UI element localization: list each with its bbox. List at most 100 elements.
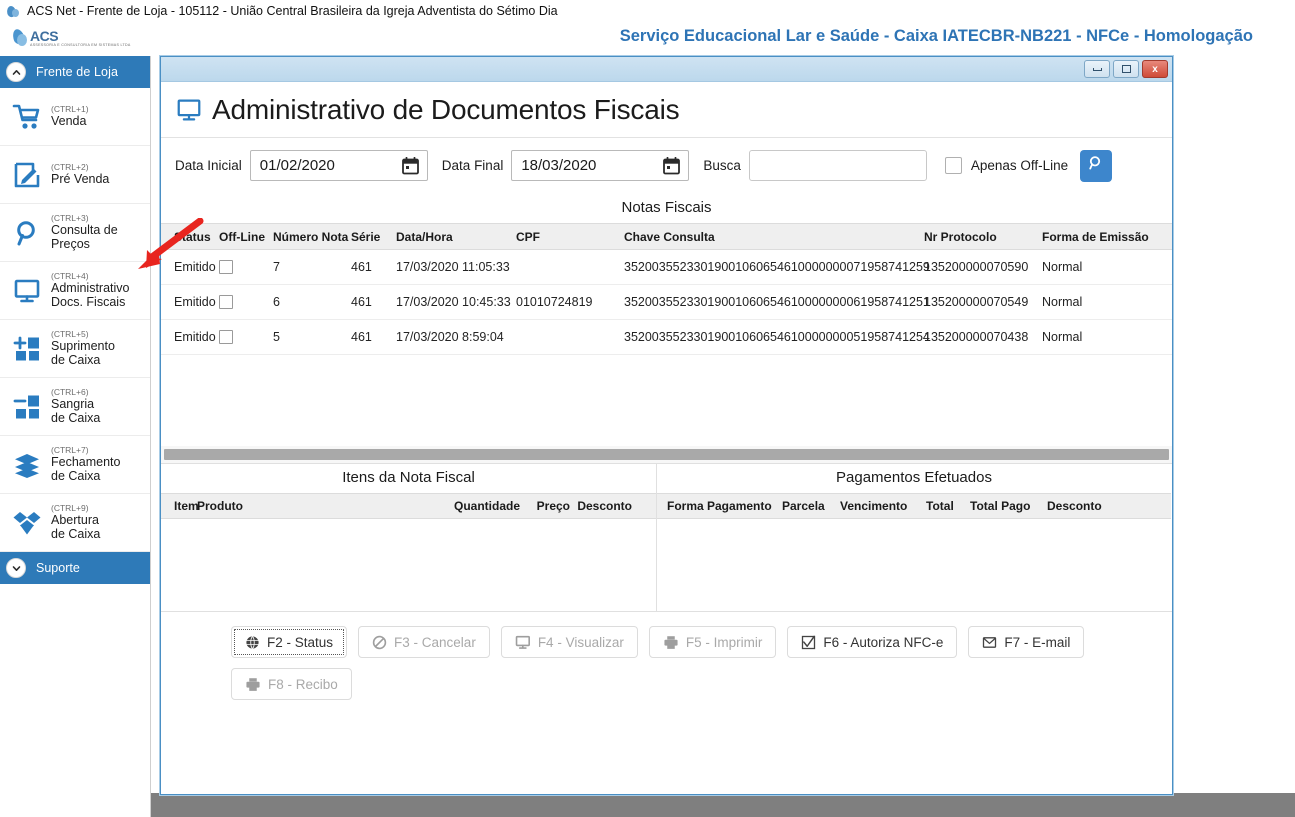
cell-status: Emitido <box>174 260 216 274</box>
sidebar-item-label: Sangria de Caixa <box>51 397 101 425</box>
cell-serie: 461 <box>351 260 372 274</box>
notas-fiscais-caption: Notas Fiscais <box>161 193 1172 223</box>
desktop-bottom-strip <box>151 793 1295 817</box>
horizontal-scrollbar[interactable] <box>161 445 1172 463</box>
f5-imprimir-button[interactable]: F5 - Imprimir <box>648 626 777 658</box>
f8-recibo-button[interactable]: F8 - Recibo <box>231 668 352 700</box>
cell-serie: 461 <box>351 330 372 344</box>
column-header-nr-protocolo[interactable]: Nr Protocolo <box>924 230 1042 244</box>
table-row[interactable]: Emitido 5 461 17/03/2020 8:59:04 3520035… <box>161 320 1172 355</box>
minimize-button[interactable] <box>1084 60 1110 78</box>
cell-protocolo: 135200000070549 <box>924 295 1029 309</box>
sidebar-item-label: Abertura de Caixa <box>51 513 101 541</box>
sidebar-item-shortcut: (CTRL+5) <box>51 328 89 339</box>
magnifier-icon <box>1088 155 1104 176</box>
f4-visualizar-button[interactable]: F4 - Visualizar <box>500 626 638 658</box>
acs-logo: ACS ASSESSORIA E CONSULTORIA EM SISTEMAS… <box>12 27 130 51</box>
sidebar-group-frente-de-loja[interactable]: Frente de Loja <box>0 56 150 88</box>
column-header-desconto[interactable]: Desconto <box>1047 499 1117 513</box>
checkbox-icon <box>801 635 816 650</box>
column-header-data-hora[interactable]: Data/Hora <box>396 230 516 244</box>
column-header-item[interactable]: Item <box>161 499 199 513</box>
offline-checkbox[interactable] <box>219 260 233 274</box>
maximize-button[interactable] <box>1113 60 1139 78</box>
cell-chave: 3520035523301900106065461000000007195874… <box>624 260 930 274</box>
column-header-vencimento[interactable]: Vencimento <box>840 499 926 513</box>
column-header-total[interactable]: Total <box>926 499 970 513</box>
column-header-total-pago[interactable]: Total Pago <box>970 499 1047 513</box>
scrollbar-thumb[interactable] <box>164 449 1169 460</box>
os-titlebar: ACS Net - Frente de Loja - 105112 - Uniã… <box>0 0 1295 22</box>
cell-data-hora: 17/03/2020 11:05:33 <box>396 260 510 274</box>
column-header-cpf[interactable]: CPF <box>516 230 624 244</box>
column-header-status[interactable]: Status <box>161 230 219 244</box>
data-final-field[interactable]: 18/03/2020 <box>511 150 690 181</box>
column-header-desconto[interactable]: Desconto <box>570 499 638 513</box>
cell-forma: Normal <box>1042 260 1083 274</box>
chevron-down-icon <box>6 558 26 578</box>
column-header-produto[interactable]: Produto <box>197 499 442 513</box>
offline-checkbox[interactable] <box>219 295 233 309</box>
column-header-forma-pagamento[interactable]: Forma Pagamento <box>657 499 782 513</box>
sidebar-item-pre-venda[interactable]: (CTRL+2) Pré Venda <box>0 146 150 204</box>
sidebar-item-fechamento-de-caixa[interactable]: (CTRL+7) Fechamento de Caixa <box>0 436 150 494</box>
cell-offline[interactable] <box>219 295 273 309</box>
child-window-body: Administrativo de Documentos Fiscais Dat… <box>161 82 1172 794</box>
data-inicial-field[interactable]: 01/02/2020 <box>249 150 428 181</box>
sidebar-item-administrativo-docs-fiscais[interactable]: (CTRL+4) Administrativo Docs. Fiscais <box>0 262 150 320</box>
table-row[interactable]: Emitido 6 461 17/03/2020 10:45:33 010107… <box>161 285 1172 320</box>
acs-wordmark-subtext: ASSESSORIA E CONSULTORIA EM SISTEMAS LTD… <box>30 43 131 47</box>
f2-status-button[interactable]: F2 - Status <box>231 626 348 658</box>
column-header-preco[interactable]: Preço <box>520 499 570 513</box>
column-header-quantidade[interactable]: Quantidade <box>442 499 520 513</box>
f3-cancelar-button[interactable]: F3 - Cancelar <box>358 626 490 658</box>
sidebar-item-suprimento-de-caixa[interactable]: (CTRL+5) Suprimento de Caixa <box>0 320 150 378</box>
sidebar-item-venda[interactable]: (CTRL+1) Venda <box>0 88 150 146</box>
column-header-serie[interactable]: Série <box>351 230 396 244</box>
f6-autoriza-nfce-button[interactable]: F6 - Autoriza NFC-e <box>787 626 958 658</box>
data-final-value: 18/03/2020 <box>521 157 597 174</box>
sidebar-group-label: Frente de Loja <box>36 65 119 79</box>
window-controls: x <box>1084 60 1168 78</box>
sidebar-item-shortcut: (CTRL+3) <box>51 212 89 223</box>
filter-toolbar: Data Inicial 01/02/2020 Data Final 18/03… <box>161 138 1172 193</box>
cell-offline[interactable] <box>219 330 273 344</box>
column-header-numero-nota[interactable]: Número Nota <box>273 230 351 244</box>
action-label: F3 - Cancelar <box>394 634 476 650</box>
action-label: F7 - E-mail <box>1004 634 1071 650</box>
sidebar-item-abertura-de-caixa[interactable]: (CTRL+9) Abertura de Caixa <box>0 494 150 552</box>
cell-numero: 7 <box>273 260 280 274</box>
sidebar-item-shortcut: (CTRL+6) <box>51 386 89 397</box>
column-header-parcela[interactable]: Parcela <box>782 499 840 513</box>
notas-grid-body: Emitido 7 461 17/03/2020 11:05:33 352003… <box>161 250 1172 445</box>
f7-email-button[interactable]: F7 - E-mail <box>968 626 1085 658</box>
search-button[interactable] <box>1080 149 1113 182</box>
edit-pencil-icon <box>8 156 46 194</box>
child-window-titlebar[interactable]: x <box>161 57 1172 82</box>
sidebar-item-label: Consulta de Preços <box>51 223 118 251</box>
column-header-offline[interactable]: Off-Line <box>219 230 273 244</box>
apenas-offline-checkbox[interactable] <box>944 157 962 174</box>
mdi-desktop: x Administrativo de Documentos Fiscais D… <box>151 56 1295 817</box>
brand-title: Serviço Educacional Lar e Saúde - Caixa … <box>619 27 1253 45</box>
column-header-forma-emissao[interactable]: Forma de Emissão <box>1042 230 1152 244</box>
printer-icon <box>663 635 679 650</box>
magnifier-icon <box>8 214 46 252</box>
column-header-chave-consulta[interactable]: Chave Consulta <box>624 230 924 244</box>
itens-nota-fiscal-panel: Itens da Nota Fiscal Item Produto Quanti… <box>161 464 657 611</box>
calendar-icon[interactable] <box>401 156 419 180</box>
sidebar-group-suporte[interactable]: Suporte <box>0 552 150 584</box>
page-title: Administrativo de Documentos Fiscais <box>212 93 680 125</box>
search-input[interactable] <box>748 150 927 181</box>
table-row[interactable]: Emitido 7 461 17/03/2020 11:05:33 352003… <box>161 250 1172 285</box>
open-box-icon <box>8 504 46 542</box>
notas-grid-header: Status Off-Line Número Nota Série Data/H… <box>161 223 1172 250</box>
sidebar-item-consulta-de-precos[interactable]: (CTRL+3) Consulta de Preços <box>0 204 150 262</box>
cell-offline[interactable] <box>219 260 273 274</box>
offline-checkbox[interactable] <box>219 330 233 344</box>
apenas-offline-checkbox-wrap[interactable]: Apenas Off-Line <box>944 157 1068 174</box>
close-button[interactable]: x <box>1142 60 1168 78</box>
desktop-right-filler <box>1172 56 1295 817</box>
calendar-icon[interactable] <box>663 156 681 180</box>
sidebar-item-sangria-de-caixa[interactable]: (CTRL+6) Sangria de Caixa <box>0 378 150 436</box>
